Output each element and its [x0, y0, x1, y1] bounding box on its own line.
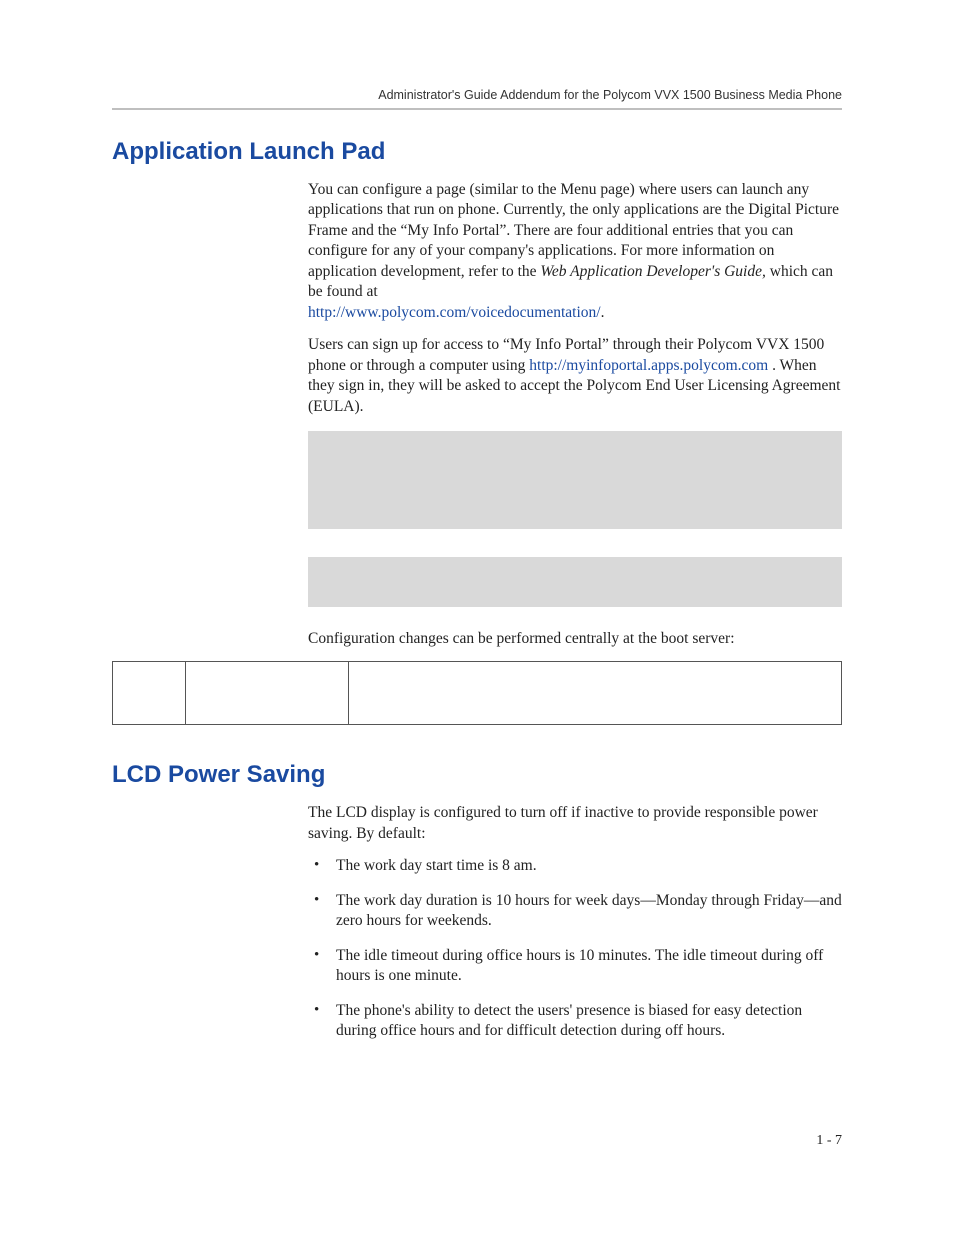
heading-application-launch-pad: Application Launch Pad: [112, 138, 842, 166]
table-row: [113, 662, 842, 725]
section1-para1-em: Web Application Developer's Guide,: [540, 263, 765, 280]
page-number: 1 - 7: [816, 1133, 842, 1149]
section1-para2: Users can sign up for access to “My Info…: [308, 335, 842, 417]
callout-box-2: [308, 557, 842, 607]
callout-box-1: [308, 431, 842, 529]
table-cell: [113, 662, 186, 725]
page: Administrator's Guide Addendum for the P…: [0, 0, 954, 1235]
table-cell: [186, 662, 349, 725]
config-table: [112, 661, 842, 725]
running-header: Administrator's Guide Addendum for the P…: [112, 88, 842, 102]
list-item: The idle timeout during office hours is …: [308, 946, 842, 987]
config-changes-line: Configuration changes can be performed c…: [308, 629, 842, 649]
heading-lcd-power-saving: LCD Power Saving: [112, 761, 842, 789]
section2-body: The LCD display is configured to turn of…: [308, 803, 842, 1041]
section1-para1: You can configure a page (similar to the…: [308, 180, 842, 323]
table-cell: [349, 662, 842, 725]
section1-para1-c: .: [601, 304, 605, 321]
list-item: The work day start time is 8 am.: [308, 856, 842, 876]
list-item: The work day duration is 10 hours for we…: [308, 891, 842, 932]
bullet-list: The work day start time is 8 am. The wor…: [308, 856, 842, 1041]
link-voicedocumentation[interactable]: http://www.polycom.com/voicedocumentatio…: [308, 304, 601, 321]
header-rule: [112, 108, 842, 110]
section2-intro: The LCD display is configured to turn of…: [308, 803, 842, 844]
link-myinfoportal[interactable]: http://myinfoportal.apps.polycom.com: [529, 357, 768, 374]
section1-body: You can configure a page (similar to the…: [308, 180, 842, 649]
list-item: The phone's ability to detect the users'…: [308, 1001, 842, 1042]
